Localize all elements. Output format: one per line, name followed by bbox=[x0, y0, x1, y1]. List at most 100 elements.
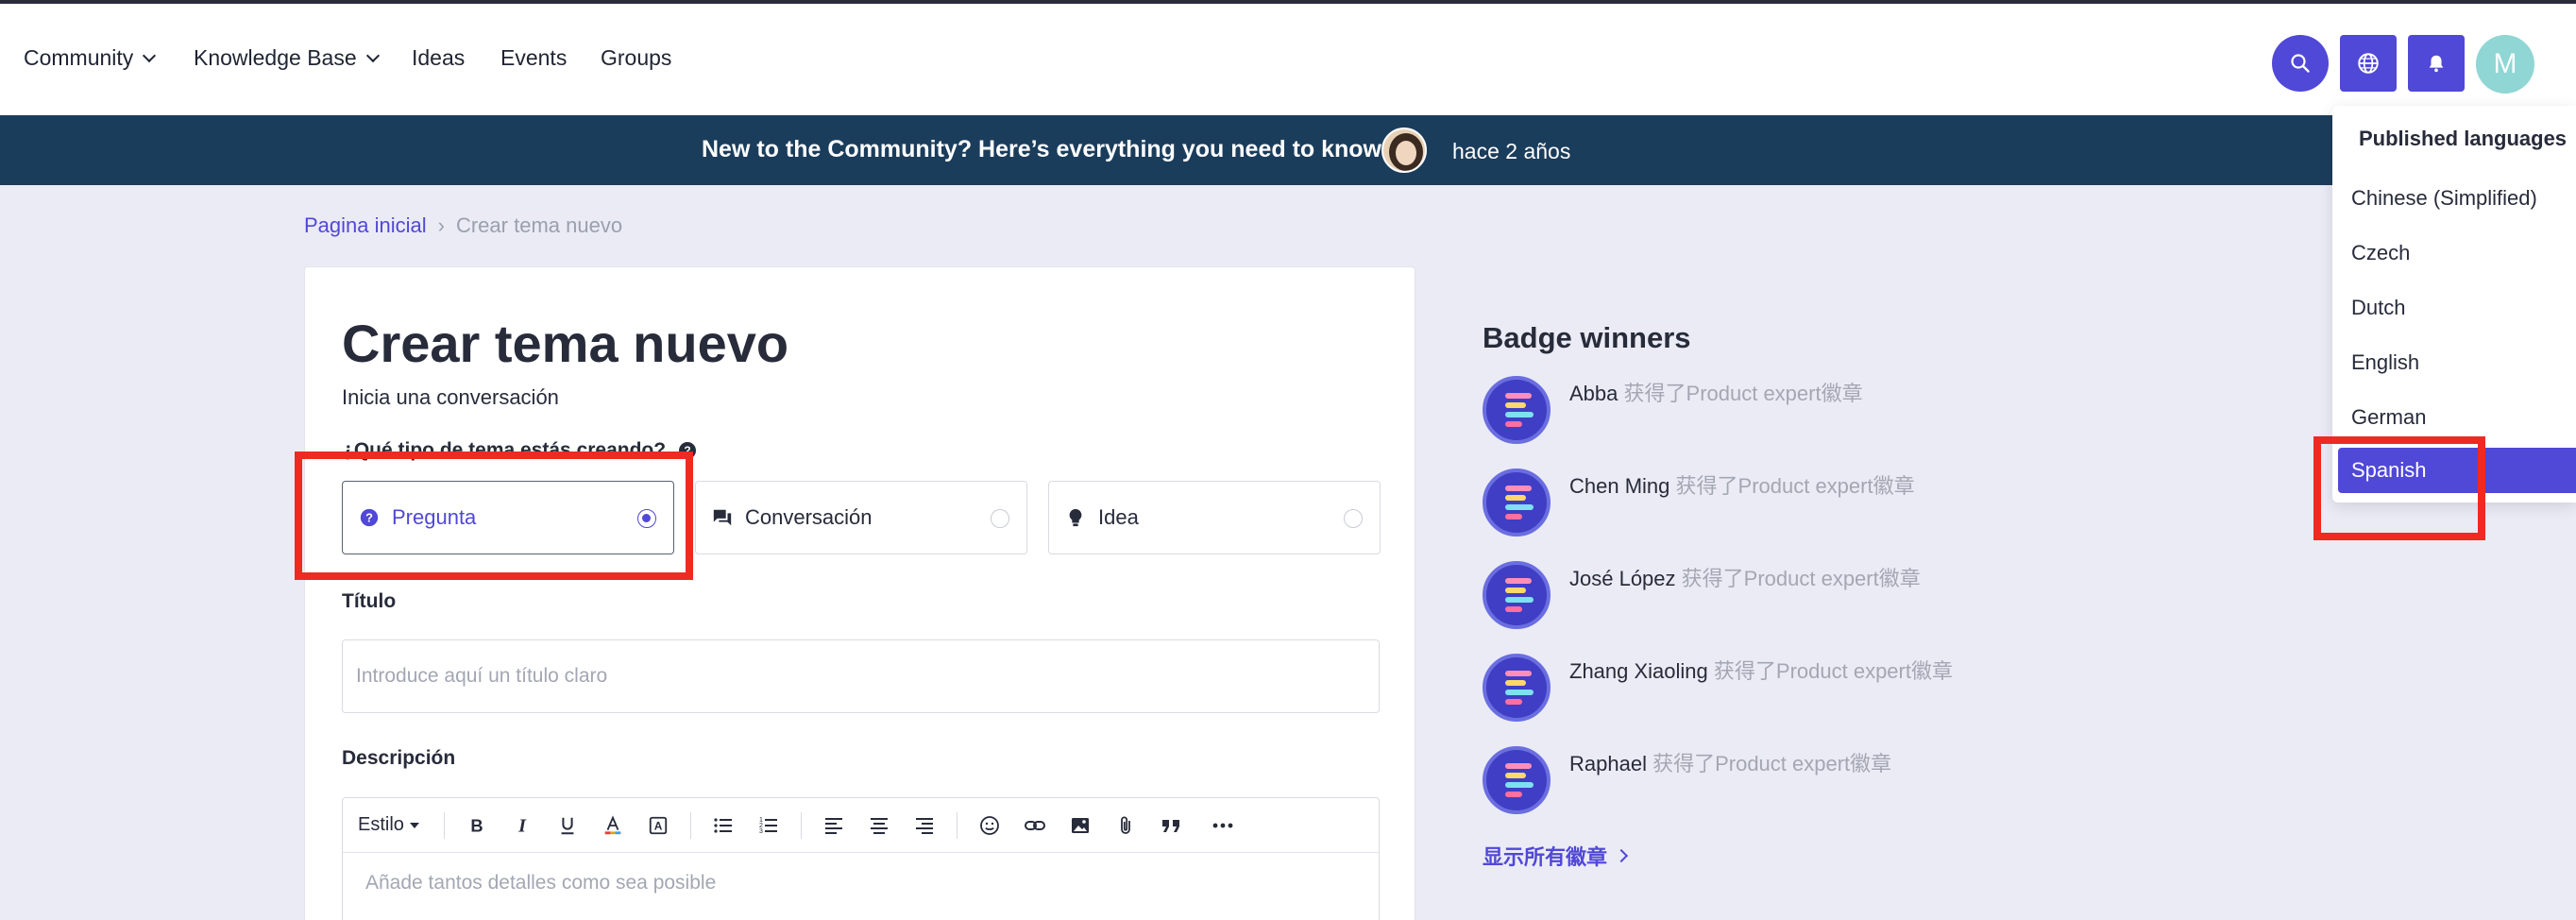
bullet-list-button[interactable] bbox=[705, 808, 741, 843]
toolbar-divider bbox=[800, 811, 802, 839]
badge-winner-name[interactable]: Raphael bbox=[1569, 752, 1647, 775]
language-option-dutch[interactable]: Dutch bbox=[2338, 285, 2576, 331]
bullet-list-icon bbox=[714, 817, 732, 833]
quote-icon bbox=[1161, 819, 1179, 832]
emoji-button[interactable] bbox=[972, 808, 1008, 843]
top-nav: Community Knowledge Base Ideas Events Gr… bbox=[0, 4, 2576, 115]
nav-ideas[interactable]: Ideas bbox=[412, 45, 465, 71]
svg-text:I: I bbox=[517, 815, 527, 836]
bold-icon: B bbox=[470, 815, 483, 835]
topic-type-idea-label: Idea bbox=[1098, 505, 1139, 529]
announcement-banner: New to the Community? Here’s everything … bbox=[0, 115, 2576, 185]
bold-button[interactable]: B bbox=[459, 808, 495, 843]
underline-icon bbox=[561, 817, 574, 834]
svg-text:B: B bbox=[470, 815, 483, 835]
language-option-czech[interactable]: Czech bbox=[2338, 230, 2576, 276]
badge-winner-name[interactable]: Zhang Xiaoling bbox=[1569, 659, 1708, 683]
badge-icon bbox=[1483, 561, 1551, 629]
badge-winner-desc: 获得了Product expert徽章 bbox=[1675, 474, 1915, 498]
align-left-button[interactable] bbox=[816, 808, 852, 843]
badge-icon bbox=[1483, 746, 1551, 814]
badge-winner-desc: 获得了Product expert徽章 bbox=[1652, 752, 1892, 775]
description-placeholder[interactable]: Añade tantos detalles como sea posible bbox=[365, 872, 716, 894]
paperclip-icon bbox=[1121, 816, 1130, 834]
badge-icon bbox=[1483, 654, 1551, 722]
badge-icon bbox=[1483, 469, 1551, 537]
emoji-icon bbox=[980, 815, 999, 835]
breadcrumb-current: Crear tema nuevo bbox=[455, 213, 623, 237]
align-right-icon bbox=[915, 817, 933, 834]
badge-winner-desc: 获得了Product expert徽章 bbox=[1623, 382, 1863, 405]
image-button[interactable] bbox=[1062, 808, 1098, 843]
toolbar-divider bbox=[956, 811, 958, 839]
language-option-german[interactable]: German bbox=[2338, 395, 2576, 440]
language-dropdown-title: Published languages bbox=[2359, 127, 2568, 150]
title-field-label: Título bbox=[342, 590, 397, 612]
badge-winner-desc: 获得了Product expert徽章 bbox=[1713, 659, 1953, 683]
text-color-button[interactable] bbox=[595, 808, 631, 843]
radio-unselected[interactable] bbox=[1344, 509, 1363, 528]
banner-timestamp: hace 2 años bbox=[1452, 139, 1571, 163]
ellipsis-icon bbox=[1212, 823, 1233, 827]
nav-community[interactable]: Community bbox=[24, 45, 157, 71]
svg-text:A: A bbox=[654, 819, 663, 832]
link-icon bbox=[1024, 820, 1045, 830]
text-color-icon bbox=[604, 814, 621, 834]
link-button[interactable] bbox=[1017, 808, 1053, 843]
chevron-down-icon bbox=[365, 48, 380, 62]
align-center-icon bbox=[870, 817, 888, 834]
topic-type-conversation-label: Conversación bbox=[745, 505, 873, 529]
banner-link[interactable]: New to the Community? Here’s everything … bbox=[702, 136, 1389, 163]
badge-winner-name[interactable]: José López bbox=[1569, 567, 1676, 590]
style-dropdown-label: Estilo bbox=[358, 814, 404, 835]
align-center-button[interactable] bbox=[861, 808, 897, 843]
numbered-list-icon: 123 bbox=[759, 817, 777, 835]
bell-icon bbox=[2429, 55, 2444, 73]
nav-knowledge-base[interactable]: Knowledge Base bbox=[194, 45, 380, 71]
align-right-button[interactable] bbox=[907, 808, 942, 843]
search-button[interactable] bbox=[2272, 35, 2329, 92]
badge-winner-name[interactable]: Chen Ming bbox=[1569, 474, 1669, 498]
description-editor: Estilo B I A 123 Añade tantos detalles c… bbox=[342, 797, 1380, 920]
badge-winner-desc: 获得了Product expert徽章 bbox=[1681, 567, 1921, 590]
notifications-button[interactable] bbox=[2408, 35, 2465, 92]
highlight-button[interactable]: A bbox=[640, 808, 676, 843]
topic-type-conversation[interactable]: Conversación bbox=[695, 481, 1027, 554]
italic-button[interactable]: I bbox=[504, 808, 540, 843]
editor-toolbar: Estilo B I A 123 bbox=[343, 798, 1379, 853]
title-input[interactable] bbox=[342, 639, 1380, 713]
globe-icon bbox=[2358, 53, 2379, 74]
language-option-chinese-simplified[interactable]: Chinese (Simplified) bbox=[2338, 176, 2576, 221]
nav-community-label: Community bbox=[24, 45, 134, 70]
style-dropdown[interactable]: Estilo bbox=[358, 814, 419, 836]
show-all-badges-label: 显示所有徽章 bbox=[1483, 845, 1608, 869]
nav-groups[interactable]: Groups bbox=[601, 45, 671, 71]
italic-icon: I bbox=[517, 815, 527, 836]
image-icon bbox=[1071, 817, 1089, 833]
radio-unselected[interactable] bbox=[991, 509, 1009, 528]
underline-button[interactable] bbox=[550, 808, 585, 843]
breadcrumb-home-link[interactable]: Pagina inicial bbox=[304, 213, 427, 238]
nav-events[interactable]: Events bbox=[500, 45, 567, 71]
chevron-down-icon bbox=[143, 48, 157, 62]
language-button[interactable] bbox=[2340, 35, 2397, 92]
topic-type-idea[interactable]: Idea bbox=[1048, 481, 1381, 554]
nav-events-label: Events bbox=[500, 45, 568, 70]
align-left-icon bbox=[824, 817, 842, 834]
quote-button[interactable] bbox=[1153, 808, 1189, 843]
numbered-list-button[interactable]: 123 bbox=[751, 808, 787, 843]
user-avatar[interactable]: M bbox=[2476, 35, 2534, 94]
lightbulb-icon bbox=[1064, 506, 1087, 529]
badge-winner-name[interactable]: Abba bbox=[1569, 382, 1618, 405]
toolbar-divider bbox=[689, 811, 691, 839]
language-option-english[interactable]: English bbox=[2338, 340, 2576, 385]
attachment-button[interactable] bbox=[1108, 808, 1144, 843]
description-field-label: Descripción bbox=[342, 747, 456, 769]
highlight-box-pregunta bbox=[295, 451, 693, 580]
page-title: Crear tema nuevo bbox=[342, 314, 789, 373]
more-options-button[interactable] bbox=[1205, 808, 1241, 843]
badge-winners-title: Badge winners bbox=[1483, 321, 1691, 354]
highlight-box-spanish bbox=[2313, 436, 2485, 540]
breadcrumb: Pagina inicial › Crear tema nuevo bbox=[304, 213, 622, 238]
show-all-badges-link[interactable]: 显示所有徽章 bbox=[1483, 841, 1629, 871]
